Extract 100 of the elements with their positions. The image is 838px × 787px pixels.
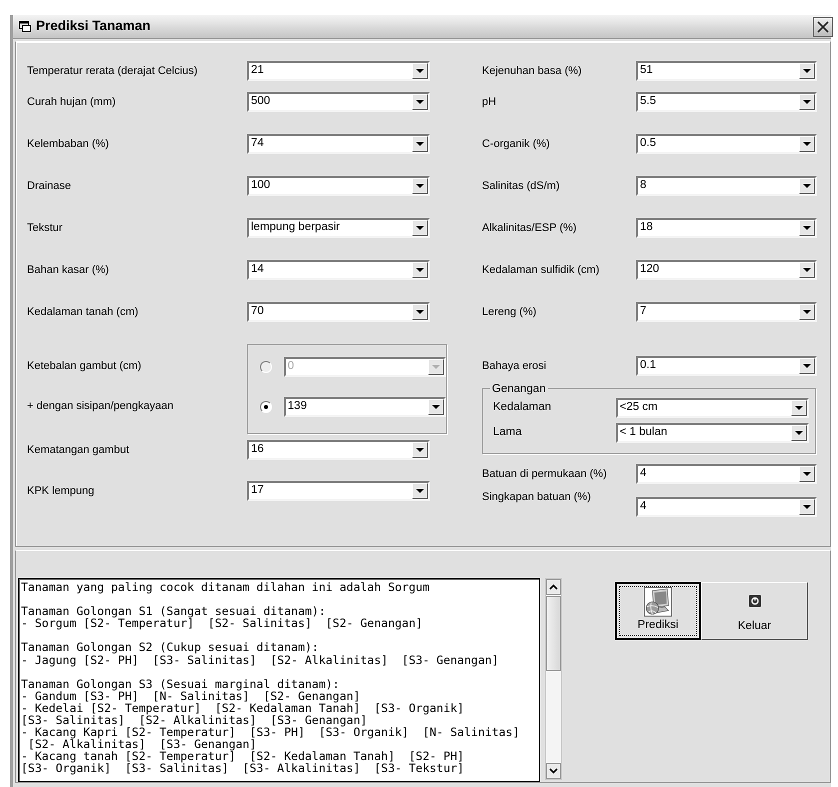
dropdown-field[interactable]: 5.5: [636, 92, 817, 112]
dropdown-field[interactable]: 139: [284, 397, 446, 417]
dropdown-button[interactable]: [799, 136, 815, 152]
field-label: Kejenuhan basa (%): [482, 64, 583, 79]
scroll-down-button[interactable]: [546, 763, 561, 779]
dropdown-field[interactable]: 14: [247, 260, 430, 280]
field-label: Alkalinitas/ESP (%): [482, 220, 578, 236]
scrollbar-thumb[interactable]: [546, 596, 561, 671]
field-label: Curah hujan (mm): [27, 94, 117, 110]
radio-button[interactable]: [260, 401, 272, 413]
dropdown-button[interactable]: [412, 483, 428, 499]
dropdown-field[interactable]: 4: [636, 464, 817, 484]
predict-button[interactable]: Prediksi: [615, 582, 701, 640]
dropdown-field[interactable]: 17: [247, 481, 430, 501]
field-label: Kedalaman: [493, 400, 552, 416]
window-icon: [19, 21, 31, 32]
dropdown-button[interactable]: [412, 178, 428, 194]
dropdown-button[interactable]: [799, 358, 815, 374]
dropdown-button[interactable]: [412, 304, 428, 320]
field-label: Lereng (%): [482, 304, 538, 320]
caret-icon: [416, 184, 424, 188]
caret-icon: [795, 431, 803, 435]
dropdown-button[interactable]: [791, 400, 807, 416]
dropdown-button[interactable]: [412, 94, 428, 110]
dropdown-button[interactable]: [428, 399, 444, 415]
dropdown-field[interactable]: 18: [636, 218, 817, 238]
caret-icon: [803, 184, 811, 188]
dropdown-button[interactable]: [412, 262, 428, 278]
field-label: Lama: [493, 425, 523, 440]
dropdown-field[interactable]: 500: [247, 92, 430, 112]
field-label: Drainase: [27, 178, 72, 194]
dropdown-field[interactable]: 70: [247, 302, 430, 322]
caret-icon: [416, 226, 424, 230]
field-label: Kelembaban (%): [27, 136, 110, 152]
caret-icon: [416, 100, 424, 104]
caret-icon: [432, 365, 440, 369]
field-label: pH: [482, 94, 498, 110]
caret-icon: [416, 489, 424, 493]
caret-icon: [803, 226, 811, 230]
close-button[interactable]: [813, 16, 833, 36]
field-label: Kedalaman sulfidik (cm): [482, 262, 600, 278]
dropdown-field[interactable]: 16: [247, 440, 430, 460]
caret-icon: [803, 505, 811, 509]
dropdown-field[interactable]: 0.5: [636, 134, 817, 154]
dropdown-field[interactable]: 120: [636, 260, 817, 280]
caret-icon: [803, 472, 811, 476]
caret-icon: [803, 364, 811, 368]
dropdown-button[interactable]: [799, 94, 815, 110]
dropdown-field[interactable]: 8: [636, 176, 817, 196]
dropdown-field[interactable]: 51: [636, 61, 817, 81]
close-icon: [816, 20, 830, 34]
dropdown-button[interactable]: [799, 262, 815, 278]
field-label: Bahan kasar (%): [27, 262, 110, 278]
dropdown-button[interactable]: [799, 499, 815, 515]
dropdown-field[interactable]: 74: [247, 134, 430, 154]
field-label: Batuan di permukaan (%): [482, 466, 608, 482]
chevron-up-icon: [549, 584, 558, 590]
field-label: Kedalaman tanah (cm): [27, 304, 140, 320]
caret-icon: [416, 268, 424, 272]
caret-icon: [803, 69, 811, 73]
dropdown-button[interactable]: [791, 425, 807, 441]
caret-icon: [416, 448, 424, 452]
dropdown-field[interactable]: 100: [247, 176, 430, 196]
result-text-area[interactable]: Tanaman yang paling cocok ditanam dilahan ini adalah Sorgum Tanaman Golongan S1 (Sangat sesuai ditanam): - Sorgum [S2- Temperatur] [S2- Salinitas] [S2- Genangan] Tanaman Golongan S2 (Cukup sesuai ditanam): - Jagung [S2- PH] [S3- Salinitas] [S2- Alkalinitas] [S3- Genangan] Tanaman Golongan S3 (Sesuai marginal ditanam): - Gandum [S3- PH] [N- Salinitas] [S2- Genangan] - Kedelai [S2- Temperatur] [S2- Kedalaman Tanah] [S3- Organik] [S3- Salinitas] [S2- Alkalinitas] [S3- Genangan] - Kacang Kapri [S2- Temperatur] [S3- PH] [S3- Organik] [N- Salinitas] [S2- Alkalinitas] [S3- Genangan] - Kacang tanah [S2- Temperatur] [S2- Kedalaman Tanah] [S2- PH] [S3- Organik] [S3- Salinitas] [S3- Alkalinitas] [S3- Tekstur]: [18, 578, 540, 782]
dropdown-field[interactable]: 7: [636, 302, 817, 322]
field-label: Bahaya erosi: [482, 358, 548, 374]
caret-icon: [416, 142, 424, 146]
caret-icon: [803, 100, 811, 104]
dropdown-button[interactable]: [799, 466, 815, 482]
scroll-up-button[interactable]: [546, 579, 561, 595]
field-label: + dengan sisipan/pengkayaan: [27, 398, 174, 414]
field-label: KPK lempung: [27, 484, 96, 499]
dropdown-field[interactable]: 21: [247, 61, 430, 81]
caret-icon: [795, 406, 803, 410]
caret-icon: [803, 142, 811, 146]
dropdown-field[interactable]: <25 cm: [616, 398, 809, 418]
dropdown-button[interactable]: [799, 178, 815, 194]
dropdown-field[interactable]: 4: [636, 497, 817, 517]
dropdown-button[interactable]: [412, 442, 428, 458]
dropdown-field[interactable]: 0.1: [636, 356, 817, 376]
dropdown-button[interactable]: [799, 220, 815, 236]
exit-button[interactable]: Keluar: [701, 582, 808, 640]
window-title: Prediksi Tanaman: [36, 17, 152, 36]
dropdown-button[interactable]: [412, 220, 428, 236]
field-label: Kematangan gambut: [27, 442, 130, 458]
field-label: Ketebalan gambut (cm): [27, 358, 142, 374]
field-label: C-organik (%): [482, 136, 551, 152]
field-label: Salinitas (dS/m): [482, 178, 561, 194]
dropdown-button[interactable]: [412, 63, 428, 79]
dropdown-button[interactable]: [799, 63, 815, 79]
dropdown-button[interactable]: [799, 304, 815, 320]
field-label: Temperatur rerata (derajat Celcius): [27, 64, 199, 79]
caret-icon: [416, 310, 424, 314]
chevron-down-icon: [549, 768, 558, 774]
dropdown-field[interactable]: < 1 bulan: [616, 423, 809, 443]
dropdown-button[interactable]: [412, 136, 428, 152]
field-label: Tekstur: [27, 220, 64, 236]
caret-icon: [803, 310, 811, 314]
dropdown-field[interactable]: lempung berpasir: [247, 218, 430, 238]
caret-icon: [803, 268, 811, 272]
